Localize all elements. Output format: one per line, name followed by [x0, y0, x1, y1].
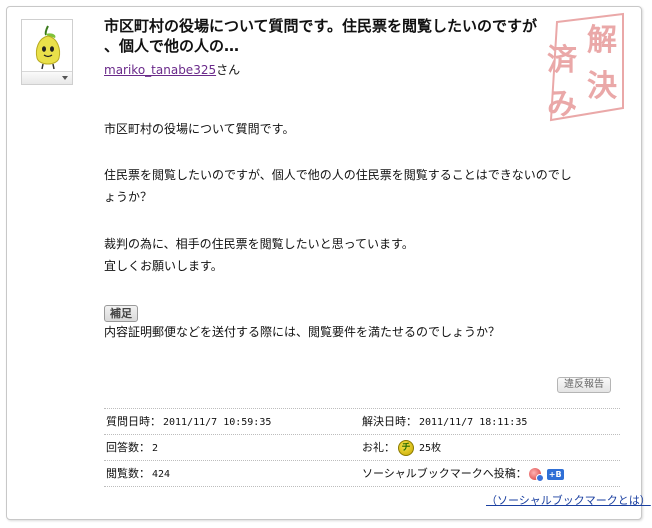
hatena-bookmark-icon[interactable]: +B [546, 468, 564, 480]
question-body-para3: 裁判の為に、相手の住民票を閲覧したいと思っています。 宜しくお願いします。 [104, 233, 624, 277]
asked-label: 質問日時： [106, 415, 161, 428]
view-count: 閲覧数： 424 [106, 461, 170, 487]
social-bookmark: ソーシャルブックマークへ投稿： +B [362, 461, 564, 486]
yahoo-bookmark-icon[interactable] [528, 468, 544, 482]
chevron-down-icon [62, 76, 68, 80]
supplement-badge: 補足 [104, 305, 138, 322]
svg-text:み: み [547, 87, 577, 122]
thanks-reward: お礼：チ 25枚 [362, 435, 441, 461]
author: mariko_tanabe325さん [104, 62, 240, 78]
avatar-menu-dropdown[interactable] [22, 71, 72, 84]
author-suffix: さん [216, 63, 241, 77]
report-violation-button[interactable]: 違反報告 [557, 377, 611, 393]
avatar-character-icon [35, 25, 61, 70]
supplement-text: 内容証明郵便などを送付する際には、閲覧要件を満たせるのでしょうか？ [104, 325, 501, 339]
answers-label: 回答数： [106, 441, 150, 454]
asked-datetime: 質問日時： 2011/11/7 10:59:35 [106, 409, 271, 435]
question-title-line2: 、個人で他の人の… [104, 37, 240, 55]
stats-row-dates: 質問日時： 2011/11/7 10:59:35 解決日時： 2011/11/7 1… [104, 409, 620, 435]
avatar[interactable] [21, 19, 73, 85]
asked-value: 2011/11/7 10:59:35 [163, 417, 272, 428]
chiebukuro-coin-icon: チ [398, 440, 414, 456]
stats-row-views: 閲覧数： 424 ソーシャルブックマークへ投稿： +B [104, 461, 620, 487]
svg-text:解: 解 [587, 23, 617, 58]
resolved-datetime: 解決日時： 2011/11/7 18:11:35 [362, 409, 527, 435]
social-bookmark-label: ソーシャルブックマークへ投稿： [362, 467, 527, 480]
question-stats-table: 質問日時： 2011/11/7 10:59:35 解決日時： 2011/11/7 1… [104, 408, 620, 487]
body-para3-line2: 宜しくお願いします。 [104, 259, 223, 273]
social-bookmark-help: （ソーシャルブックマークとは） [486, 492, 651, 508]
question-title: 市区町村の役場について質問です。住民票を閲覧したいのですが 、個人で他の人の… [104, 16, 584, 56]
answer-count: 回答数： 2 [106, 435, 158, 461]
question-title-line1: 市区町村の役場について質問です。住民票を閲覧したいのですが [104, 17, 538, 35]
body-para3-line1: 裁判の為に、相手の住民票を閲覧したいと思っています。 [104, 237, 414, 251]
thanks-value: 25枚 [419, 443, 442, 454]
resolved-stamp-icon: 解 決 済 み [547, 12, 624, 122]
social-bookmark-help-link[interactable]: （ソーシャルブックマークとは） [486, 494, 651, 507]
svg-text:済: 済 [547, 43, 578, 78]
views-value: 424 [152, 469, 171, 480]
author-link[interactable]: mariko_tanabe325 [104, 63, 216, 77]
thanks-label: お礼： [362, 441, 395, 454]
answers-value: 2 [152, 443, 159, 454]
resolved-value: 2011/11/7 18:11:35 [419, 417, 528, 428]
views-label: 閲覧数： [106, 467, 150, 480]
body-para2-line1: 住民票を閲覧したいのですが、個人で他の人の住民票を閲覧することはできないのでし [104, 168, 572, 182]
body-para2-line2: ょうか？ [104, 190, 153, 204]
resolved-label: 解決日時： [362, 415, 417, 428]
svg-text:決: 決 [587, 69, 618, 104]
stats-row-counts: 回答数： 2 お礼：チ 25枚 [104, 435, 620, 461]
question-body-para1: 市区町村の役場について質問です。 [104, 122, 295, 136]
question-body-para2: 住民票を閲覧したいのですが、個人で他の人の住民票を閲覧することはできないのでし … [104, 164, 624, 208]
